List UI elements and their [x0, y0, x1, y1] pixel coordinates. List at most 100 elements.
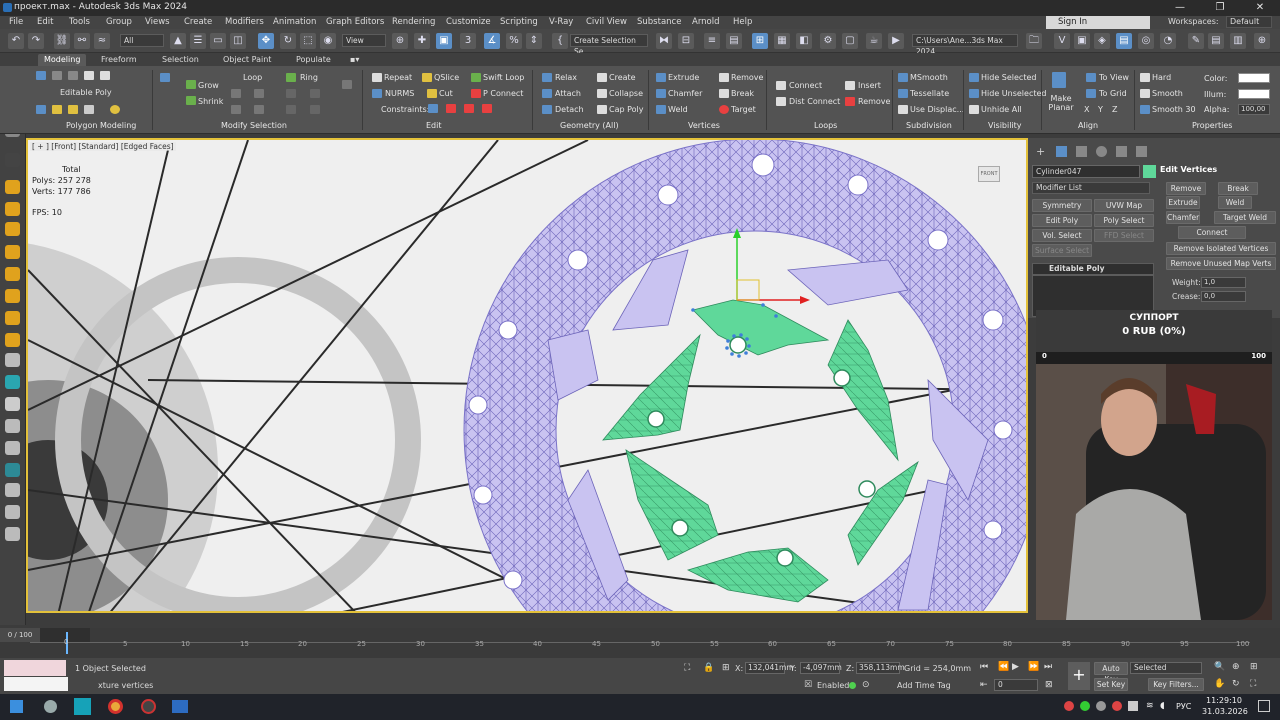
weight-spinner[interactable]: 1,0 [1201, 277, 1246, 288]
shrink-button[interactable]: Shrink [198, 97, 223, 106]
selection-filter-dropdown[interactable]: All [120, 34, 164, 47]
hard-icon[interactable] [1140, 73, 1150, 82]
placement-icon[interactable]: ◉ [320, 33, 336, 49]
goto-start-icon[interactable]: ⏮ [980, 662, 988, 672]
dist-connect-button[interactable]: Dist Connect [789, 97, 840, 106]
current-frame-field[interactable]: 0 [994, 679, 1038, 691]
tab-selection[interactable]: Selection [156, 54, 205, 66]
qslice-icon[interactable] [422, 73, 432, 82]
align-z-button[interactable]: Z [1112, 105, 1117, 114]
attach-icon[interactable] [542, 89, 552, 98]
create-tool-icon-7[interactable] [5, 289, 20, 303]
menu-tools[interactable]: Tools [69, 17, 90, 27]
repeat-button[interactable]: Repeat [384, 73, 412, 82]
schematic-view-icon[interactable]: ▦ [774, 33, 790, 49]
msmooth-icon[interactable] [898, 73, 908, 82]
uvw-map-button[interactable]: UVW Map [1094, 199, 1154, 212]
render-frame-icon[interactable]: ▢ [842, 33, 858, 49]
connect-button[interactable]: Connect [789, 81, 822, 90]
pivot-center-icon[interactable]: ⊕ [392, 33, 408, 49]
display-tab-icon[interactable] [1116, 146, 1127, 157]
scale-icon[interactable]: ⬚ [300, 33, 316, 49]
taskbar-app-icon-1[interactable] [44, 700, 57, 713]
arnold-icon-1[interactable]: ◎ [1138, 33, 1154, 49]
viewcube[interactable]: FRONT [978, 166, 1000, 182]
tab-modeling[interactable]: Modeling [38, 54, 87, 66]
remove-vert-button[interactable]: Remove [731, 73, 763, 82]
ev-remove-button[interactable]: Remove [1166, 182, 1206, 195]
constraint-normal-icon[interactable] [482, 104, 492, 113]
y-coordinate-field[interactable]: -4,097mm [800, 662, 842, 674]
maxscript-mini-window[interactable] [4, 677, 68, 691]
menu-rendering[interactable]: Rendering [392, 17, 435, 27]
reference-coord-dropdown[interactable]: View [342, 34, 386, 47]
project-path-dropdown[interactable]: C:\Users\Ane...3ds Max 2024 [912, 34, 1018, 56]
scene-tool-icon-2[interactable]: ▤ [1208, 33, 1224, 49]
alpha-field[interactable]: 100,00 [1238, 104, 1270, 115]
object-color-swatch[interactable] [1143, 165, 1156, 178]
time-tag-icon[interactable]: ⊙ [862, 680, 870, 690]
bind-spacewarp-icon[interactable]: ≈ [94, 33, 110, 49]
illum-swatch[interactable] [1238, 89, 1270, 99]
hierarchy-tab-icon[interactable] [1076, 146, 1087, 157]
set-key-button[interactable]: Set Key [1094, 678, 1128, 691]
ring-button[interactable]: Ring [300, 73, 318, 82]
constraint-edge-icon[interactable] [446, 104, 456, 113]
select-object-icon[interactable]: ▲ [170, 33, 186, 49]
scene-tool-icon-4[interactable]: ⊕ [1254, 33, 1270, 49]
ev-chamfer-button[interactable]: Chamfer [1166, 211, 1200, 224]
create-tool-icon-5[interactable] [5, 245, 20, 259]
menu-file[interactable]: File [9, 17, 23, 27]
shrink-icon[interactable] [186, 96, 196, 105]
isolate-selection-icon[interactable]: ⛶ [684, 663, 690, 673]
nurms-icon[interactable] [372, 89, 382, 98]
create-tool-icon-17[interactable] [5, 505, 20, 519]
render-setup-icon[interactable]: ⚙ [820, 33, 836, 49]
undo-icon[interactable]: ↶ [8, 33, 24, 49]
menu-animation[interactable]: Animation [273, 17, 316, 27]
ribbon-options-icon[interactable]: ▪▾ [344, 54, 365, 66]
to-grid-button[interactable]: To Grid [1099, 89, 1127, 98]
relax-icon[interactable] [542, 73, 552, 82]
extrude-icon[interactable] [656, 73, 666, 82]
create-geom-icon[interactable] [597, 73, 607, 82]
edit-named-sel-icon[interactable]: { [552, 33, 568, 49]
orbit-icon[interactable]: ↻ [1232, 679, 1240, 689]
zoom-icon[interactable]: 🔍 [1214, 662, 1225, 672]
lock-selection-icon[interactable]: 🔒 [703, 663, 714, 673]
menu-substance[interactable]: Substance [637, 17, 681, 27]
constraint-none-icon[interactable] [428, 104, 438, 113]
menu-graph-editors[interactable]: Graph Editors [326, 17, 384, 27]
create-tool-icon-18[interactable] [5, 527, 20, 541]
tab-populate[interactable]: Populate [290, 54, 337, 66]
volume-icon[interactable]: ◖ [1160, 701, 1165, 711]
arnold-icon-2[interactable]: ◔ [1160, 33, 1176, 49]
modify-tab-icon[interactable] [1056, 146, 1067, 157]
remove-loop-icon[interactable] [845, 97, 855, 106]
edit-vertices-rollout[interactable]: Edit Vertices [1160, 165, 1217, 174]
zoom-extents-icon[interactable]: ⊞ [1250, 662, 1258, 672]
notifications-icon[interactable] [1258, 700, 1270, 712]
taskbar-chrome-icon[interactable] [108, 699, 123, 714]
tray-icon-3[interactable] [1096, 701, 1106, 711]
dist-connect-icon[interactable] [776, 97, 786, 106]
sign-in-button[interactable]: Sign In [1046, 16, 1150, 29]
named-selection-dropdown[interactable]: Create Selection Se [570, 34, 648, 56]
insert-loop-button[interactable]: Insert [858, 81, 881, 90]
material-editor-icon[interactable]: ◧ [796, 33, 812, 49]
scene-tool-icon-1[interactable]: ✎ [1188, 33, 1204, 49]
modifier-stack-item[interactable]: Editable Poly [1032, 263, 1154, 275]
collapse-icon[interactable] [597, 89, 607, 98]
ev-connect-button[interactable]: Connect [1178, 226, 1246, 239]
create-tool-icon-15[interactable] [5, 463, 20, 477]
pm-tool-icon-3[interactable] [68, 105, 78, 114]
close-button[interactable]: ✕ [1240, 0, 1280, 16]
scene-tool-icon-3[interactable]: ▥ [1230, 33, 1246, 49]
viewport-scene[interactable] [28, 140, 1028, 613]
menu-modifiers[interactable]: Modifiers [225, 17, 264, 27]
attach-button[interactable]: Attach [555, 89, 581, 98]
create-tool-icon-6[interactable] [5, 267, 20, 281]
collapse-button[interactable]: Collapse [609, 89, 643, 98]
ms-icon-1[interactable] [160, 73, 170, 82]
add-time-tag[interactable]: Add Time Tag [897, 681, 951, 690]
